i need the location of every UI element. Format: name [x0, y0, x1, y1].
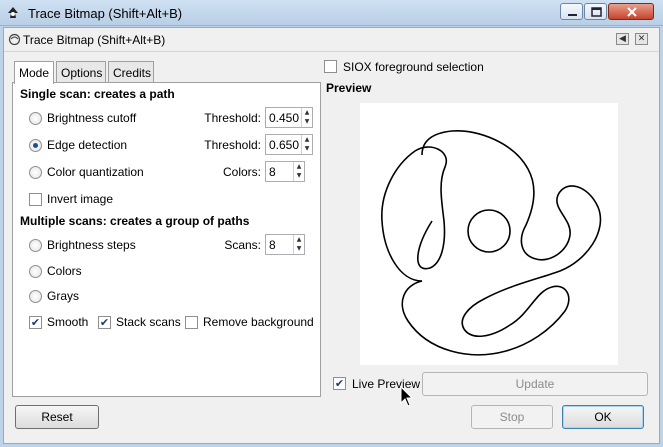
- stop-button[interactable]: Stop: [471, 405, 553, 429]
- mouse-pointer-icon: [400, 386, 414, 407]
- colors-value[interactable]: 8: [269, 165, 276, 179]
- dock-close-button[interactable]: ✕: [635, 33, 648, 45]
- grays-label[interactable]: Grays: [47, 289, 79, 303]
- spin-down-icon[interactable]: ▼: [302, 117, 312, 126]
- window-title: Trace Bitmap (Shift+Alt+B): [28, 6, 183, 21]
- tab-options[interactable]: Options: [56, 61, 106, 83]
- spin-up-icon[interactable]: ▲: [294, 235, 304, 244]
- trace-bitmap-icon: [8, 33, 21, 46]
- brightness-threshold-spinner[interactable]: 0.450 ▲ ▼: [265, 107, 313, 128]
- window-titlebar[interactable]: Trace Bitmap (Shift+Alt+B): [0, 0, 663, 26]
- siox-checkbox[interactable]: [324, 60, 337, 73]
- stack-scans-checkbox[interactable]: ✔: [98, 316, 111, 329]
- edge-detection-radio[interactable]: [29, 139, 42, 152]
- dialog-client: Trace Bitmap (Shift+Alt+B) ◀ ✕ Mode Opti…: [3, 27, 660, 444]
- scans-spinner[interactable]: 8 ▲ ▼: [265, 234, 305, 255]
- spin-up-icon[interactable]: ▲: [302, 108, 312, 117]
- close-icon: [627, 7, 637, 17]
- reset-button[interactable]: Reset: [15, 405, 99, 429]
- smooth-label[interactable]: Smooth: [47, 315, 88, 329]
- mode-panel: Single scan: creates a path Brightness c…: [12, 82, 321, 397]
- maximize-icon: [591, 7, 602, 17]
- brightness-threshold-value[interactable]: 0.450: [269, 111, 299, 125]
- preview-image: [360, 103, 618, 365]
- close-button[interactable]: [608, 3, 654, 20]
- arrow-left-icon: ◀: [619, 34, 626, 44]
- brightness-cutoff-radio[interactable]: [29, 112, 42, 125]
- color-quantization-radio[interactable]: [29, 166, 42, 179]
- scans-label: Scans:: [224, 238, 261, 252]
- brightness-steps-radio[interactable]: [29, 239, 42, 252]
- color-quantization-label[interactable]: Color quantization: [47, 165, 144, 179]
- checkmark-icon: ✔: [99, 316, 110, 329]
- tab-credits[interactable]: Credits: [108, 61, 154, 83]
- maximize-button[interactable]: [584, 3, 607, 20]
- preview-title: Preview: [326, 81, 372, 95]
- brightness-threshold-label: Threshold:: [204, 111, 261, 125]
- grays-radio[interactable]: [29, 290, 42, 303]
- edge-threshold-spinner[interactable]: 0.650 ▲ ▼: [265, 134, 313, 155]
- minimize-icon: [568, 14, 577, 16]
- multi-scan-title: Multiple scans: creates a group of paths: [20, 214, 250, 228]
- remove-background-checkbox[interactable]: [185, 316, 198, 329]
- spin-up-icon[interactable]: ▲: [294, 162, 304, 171]
- checkmark-icon: ✔: [30, 316, 41, 329]
- close-icon: ✕: [637, 34, 646, 44]
- invert-image-label[interactable]: Invert image: [47, 192, 113, 206]
- spin-up-icon[interactable]: ▲: [302, 135, 312, 144]
- colors-radio[interactable]: [29, 265, 42, 278]
- spin-down-icon[interactable]: ▼: [294, 244, 304, 253]
- spin-down-icon[interactable]: ▼: [294, 171, 304, 180]
- ok-button[interactable]: OK: [562, 405, 644, 429]
- minimize-button[interactable]: [560, 3, 583, 20]
- live-preview-checkbox[interactable]: ✔: [333, 377, 346, 390]
- update-button[interactable]: Update: [422, 372, 648, 396]
- dock-iconify-button[interactable]: ◀: [616, 33, 629, 45]
- dock-title: Trace Bitmap (Shift+Alt+B): [23, 33, 166, 47]
- edge-threshold-value[interactable]: 0.650: [269, 138, 299, 152]
- scans-value[interactable]: 8: [269, 238, 276, 252]
- colors-label: Colors:: [222, 165, 261, 179]
- inkscape-icon: [8, 7, 18, 18]
- colors-radio-label[interactable]: Colors: [47, 264, 82, 278]
- traced-record-adapter-image: [381, 130, 602, 356]
- colors-spinner[interactable]: 8 ▲ ▼: [265, 161, 305, 182]
- checkmark-icon: ✔: [334, 377, 345, 390]
- brightness-steps-label[interactable]: Brightness steps: [47, 238, 136, 252]
- invert-image-checkbox[interactable]: [29, 193, 42, 206]
- smooth-checkbox[interactable]: ✔: [29, 316, 42, 329]
- edge-threshold-label: Threshold:: [204, 138, 261, 152]
- edge-detection-label[interactable]: Edge detection: [47, 138, 127, 152]
- dock-header: Trace Bitmap (Shift+Alt+B) ◀ ✕: [4, 28, 659, 52]
- spin-down-icon[interactable]: ▼: [302, 144, 312, 153]
- remove-background-label[interactable]: Remove background: [203, 315, 314, 329]
- tab-mode[interactable]: Mode: [14, 61, 54, 84]
- single-scan-title: Single scan: creates a path: [20, 87, 175, 101]
- siox-label[interactable]: SIOX foreground selection: [343, 60, 484, 74]
- brightness-cutoff-label[interactable]: Brightness cutoff: [47, 111, 136, 125]
- stack-scans-label[interactable]: Stack scans: [116, 315, 181, 329]
